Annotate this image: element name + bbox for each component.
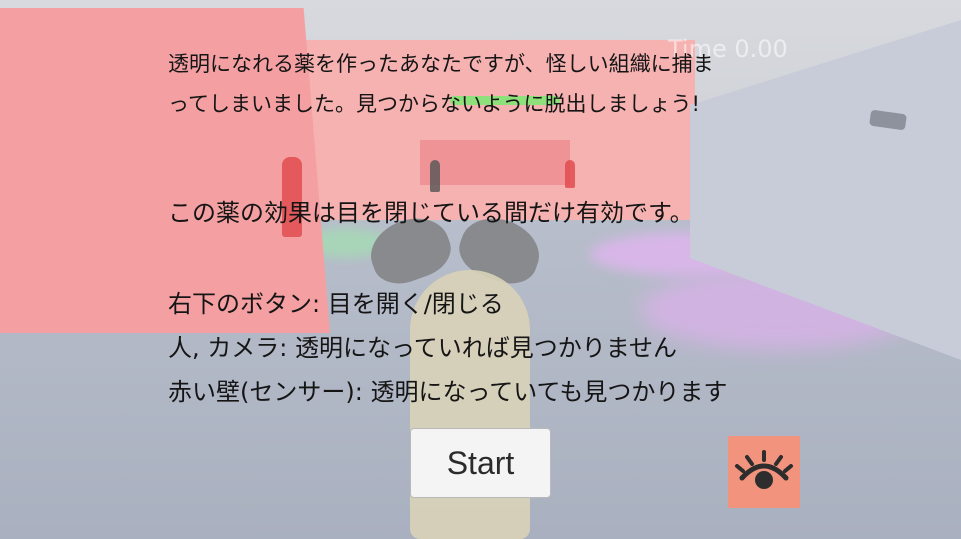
intro-line: 透明になれる薬を作ったあなたですが、怪しい組織に捕ま <box>168 52 714 76</box>
red-sensor-wall-corridor <box>420 140 570 185</box>
start-button[interactable]: Start <box>410 428 551 498</box>
eye-toggle-button[interactable] <box>728 436 800 508</box>
effect-text: この薬の効果は目を閉じている間だけ有効です。 <box>168 199 694 227</box>
rule-red-wall: 赤い壁(センサー): 透明になっていても見つかります <box>168 378 728 406</box>
rule-eye-button: 右下のボタン: 目を開く/閉じる <box>168 290 504 318</box>
rules-list: 右下のボタン: 目を開く/閉じる 人, カメラ: 透明になっていれば見つかりませ… <box>168 282 727 414</box>
intro-line: ってしまいました。見つからないように脱出しましょう! <box>168 92 700 116</box>
intro-text: 透明になれる薬を作ったあなたですが、怪しい組織に捕ま ってしまいました。見つから… <box>168 44 714 124</box>
guard-figure <box>565 160 575 188</box>
eye-icon <box>735 450 793 489</box>
rule-people-camera: 人, カメラ: 透明になっていれば見つかりません <box>168 334 678 362</box>
guard-figure <box>430 160 440 192</box>
